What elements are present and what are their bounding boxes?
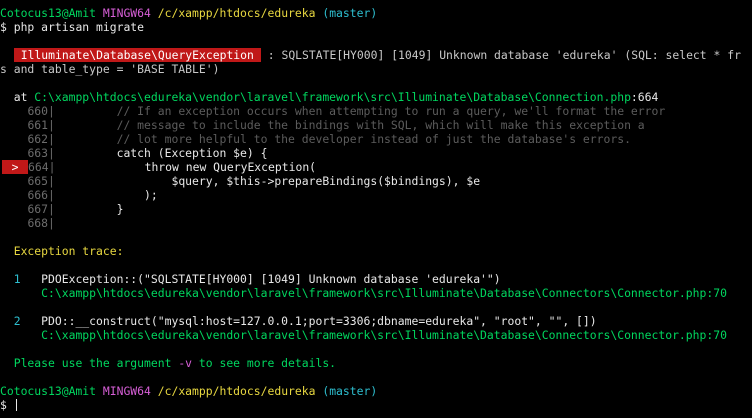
error-message: : SQLSTATE[HY000] [1049] Unknown databas… bbox=[260, 48, 741, 62]
terminal-window[interactable]: Cotocus13@Amit MINGW64 /c/xampp/htdocs/e… bbox=[0, 0, 752, 418]
code-line: 663| catch (Exception $e) { bbox=[0, 146, 752, 160]
trace-index: 2 bbox=[13, 314, 21, 328]
code-line-number: 663| bbox=[27, 146, 55, 160]
location-line: :664 bbox=[630, 90, 659, 104]
code-line-number: 665| bbox=[27, 174, 55, 188]
code-line-text: ); bbox=[54, 188, 158, 202]
code-line-number: 660| bbox=[27, 104, 55, 118]
code-line-text: // message to include the bindings with … bbox=[54, 118, 645, 132]
code-line-text: } bbox=[54, 202, 124, 216]
command-line: $ php artisan migrate bbox=[0, 20, 752, 34]
code-line: 666| ); bbox=[0, 188, 752, 202]
trace-call: PDOException::("SQLSTATE[HY000] [1049] U… bbox=[41, 272, 501, 286]
location-prefix: at bbox=[13, 90, 35, 104]
error-class-badge: Illuminate\Database\QueryException bbox=[13, 48, 261, 62]
prompt-branch: (master) bbox=[322, 6, 378, 20]
trace-heading-line: Exception trace: bbox=[0, 244, 752, 258]
hint-flag: -v bbox=[178, 356, 193, 370]
prompt-branch: (master) bbox=[322, 384, 378, 398]
code-line-number: 664| bbox=[28, 160, 56, 174]
trace-file: C:\xampp\htdocs\edureka\vendor\laravel\f… bbox=[41, 286, 727, 300]
error-line: Illuminate\Database\QueryException : SQL… bbox=[0, 48, 752, 62]
prompt-user: Cotocus13@Amit bbox=[0, 384, 97, 398]
code-line-highlighted: >664| throw new QueryException( bbox=[0, 160, 752, 174]
prompt-symbol: $ bbox=[0, 20, 7, 34]
hint-before: Please use the argument bbox=[13, 356, 179, 370]
prompt-path: /c/xampp/htdocs/edureka bbox=[157, 384, 316, 398]
location-file: C:\xampp\htdocs\edureka\vendor\laravel\f… bbox=[34, 90, 631, 104]
code-line: 661| // message to include the bindings … bbox=[0, 118, 752, 132]
trace-file-line: C:\xampp\htdocs\edureka\vendor\laravel\f… bbox=[0, 286, 752, 300]
prompt-path: /c/xampp/htdocs/edureka bbox=[157, 6, 316, 20]
code-line-text: $query, $this->prepareBindings($bindings… bbox=[54, 174, 481, 188]
trace-call: PDO::__construct("mysql:host=127.0.0.1;p… bbox=[41, 314, 597, 328]
prompt-user: Cotocus13@Amit bbox=[0, 6, 97, 20]
trace-file-line: C:\xampp\htdocs\edureka\vendor\laravel\f… bbox=[0, 328, 752, 342]
code-line-number: 662| bbox=[27, 132, 55, 146]
error-message-continued: s and table_type = 'BASE TABLE') bbox=[0, 62, 220, 76]
prompt-line: Cotocus13@Amit MINGW64 /c/xampp/htdocs/e… bbox=[0, 6, 752, 20]
prompt-line: Cotocus13@Amit MINGW64 /c/xampp/htdocs/e… bbox=[0, 384, 752, 398]
trace-index: 1 bbox=[13, 272, 21, 286]
code-line-number: 666| bbox=[27, 188, 55, 202]
code-line-number: 668| bbox=[27, 216, 55, 230]
hint-after: to see more details. bbox=[192, 356, 337, 370]
trace-item: 1 PDOException::("SQLSTATE[HY000] [1049]… bbox=[0, 272, 752, 286]
text-cursor bbox=[15, 399, 17, 411]
code-line-text: catch (Exception $e) { bbox=[54, 146, 268, 160]
hint-line: Please use the argument -v to see more d… bbox=[0, 356, 752, 370]
code-line: 665| $query, $this->prepareBindings($bin… bbox=[0, 174, 752, 188]
code-line-number: 661| bbox=[27, 118, 55, 132]
trace-file: C:\xampp\htdocs\edureka\vendor\laravel\f… bbox=[41, 328, 727, 342]
trace-heading: Exception trace: bbox=[13, 244, 124, 258]
prompt-symbol: $ bbox=[0, 398, 7, 412]
command-text: php artisan migrate bbox=[13, 20, 145, 34]
code-line-text: throw new QueryException( bbox=[55, 160, 317, 174]
code-line-text: // If an exception occurs when attemptin… bbox=[54, 104, 666, 118]
code-line: 660| // If an exception occurs when atte… bbox=[0, 104, 752, 118]
code-line: 667| } bbox=[0, 202, 752, 216]
code-line: 668| bbox=[0, 216, 752, 230]
code-line: 662| // lot more helpful to the develope… bbox=[0, 132, 752, 146]
code-line-text: // lot more helpful to the developer ins… bbox=[54, 132, 631, 146]
trace-item: 2 PDO::__construct("mysql:host=127.0.0.1… bbox=[0, 314, 752, 328]
code-line-number: 667| bbox=[27, 202, 55, 216]
current-line-marker: > bbox=[2, 160, 28, 174]
input-line[interactable]: $ bbox=[0, 398, 752, 412]
prompt-host: MINGW64 bbox=[102, 6, 151, 20]
error-location: at C:\xampp\htdocs\edureka\vendor\larave… bbox=[0, 90, 752, 104]
prompt-host: MINGW64 bbox=[102, 384, 151, 398]
